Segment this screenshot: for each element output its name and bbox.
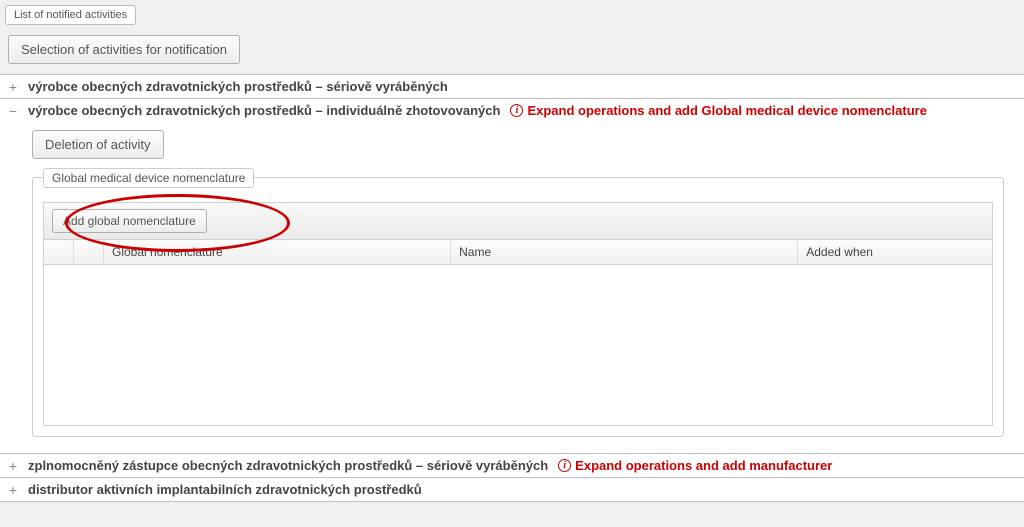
table-body-empty	[44, 265, 992, 425]
accordion-label: distributor aktivních implantabilních zd…	[28, 482, 422, 497]
selection-activities-button[interactable]: Selection of activities for notification	[8, 35, 240, 64]
delete-activity-button[interactable]: Deletion of activity	[32, 130, 164, 159]
warning-text: Expand operations and add manufacturer	[575, 458, 832, 473]
column-added-when[interactable]: Added when	[798, 240, 992, 264]
activity-panel: Deletion of activity Global medical devi…	[0, 122, 1024, 453]
button-label: Add global nomenclature	[63, 214, 196, 228]
column-global-nomenclature[interactable]: Global nomenclature	[104, 240, 451, 264]
plus-icon[interactable]: +	[6, 459, 20, 473]
table-header: Global nomenclature Name Added when	[44, 240, 992, 265]
warning-icon: i	[558, 459, 571, 472]
table-header-spacer	[74, 240, 104, 264]
accordion-row-authorized-rep[interactable]: + zplnomocněný zástupce obecných zdravot…	[0, 453, 1024, 477]
warning-text: Expand operations and add Global medical…	[527, 103, 927, 118]
accordion-row-distributor[interactable]: + distributor aktivních implantabilních …	[0, 477, 1024, 502]
accordion-label: výrobce obecných zdravotnických prostřed…	[28, 79, 448, 94]
warning-icon: i	[510, 104, 523, 117]
minus-icon[interactable]: −	[6, 104, 20, 118]
accordion-row-individual-manufacturer[interactable]: − výrobce obecných zdravotnických prostř…	[0, 98, 1024, 122]
button-label: Selection of activities for notification	[21, 42, 227, 57]
add-global-nomenclature-button[interactable]: Add global nomenclature	[52, 209, 207, 233]
main-toolbar: Selection of activities for notification	[0, 25, 1024, 74]
activities-accordion: + výrobce obecných zdravotnických prostř…	[0, 74, 1024, 502]
accordion-label: výrobce obecných zdravotnických prostřed…	[28, 103, 500, 118]
fieldset-legend: Global medical device nomenclature	[43, 168, 254, 188]
nomenclature-toolbar: Add global nomenclature	[43, 202, 993, 240]
plus-icon[interactable]: +	[6, 80, 20, 94]
accordion-label: zplnomocněný zástupce obecných zdravotni…	[28, 458, 548, 473]
plus-icon[interactable]: +	[6, 483, 20, 497]
button-label: Deletion of activity	[45, 137, 151, 152]
accordion-row-serial-manufacturer[interactable]: + výrobce obecných zdravotnických prostř…	[0, 74, 1024, 98]
table-header-spacer	[44, 240, 74, 264]
tab-list-notified[interactable]: List of notified activities	[5, 5, 136, 25]
tab-label: List of notified activities	[14, 9, 127, 21]
nomenclature-table: Global nomenclature Name Added when	[43, 240, 993, 426]
nomenclature-fieldset: Global medical device nomenclature Add g…	[32, 177, 1004, 437]
column-name[interactable]: Name	[451, 240, 798, 264]
